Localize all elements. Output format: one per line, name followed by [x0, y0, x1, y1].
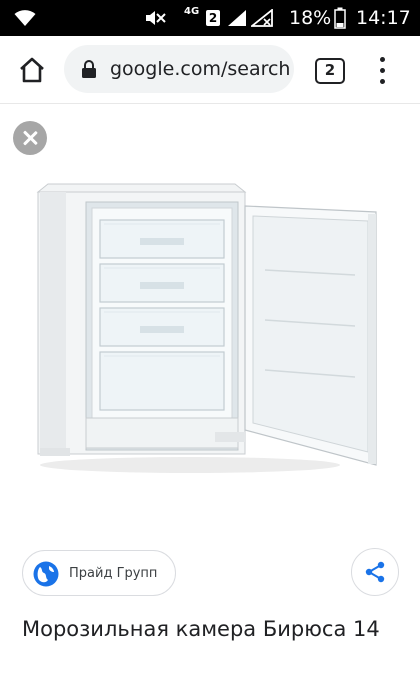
image-preview — [0, 105, 420, 525]
mute-icon — [143, 0, 167, 36]
browser-toolbar: google.com/search 2 — [0, 36, 420, 104]
no-sim-signal-icon — [250, 0, 274, 36]
source-name: Прайд Групп — [69, 566, 158, 581]
signal-icon — [226, 0, 248, 36]
url-text: google.com/search — [110, 58, 291, 80]
tab-switcher-button[interactable]: 2 — [315, 58, 345, 84]
sim-badge: 2 — [205, 0, 221, 36]
menu-icon — [380, 57, 385, 62]
status-bar: 4G 2 18% 14:17 — [0, 0, 420, 36]
result-title[interactable]: Морозильная камера Бирюса 14 — [22, 612, 407, 647]
sim-number: 2 — [206, 10, 220, 26]
battery-percent: 18% — [289, 7, 332, 29]
menu-button[interactable] — [372, 56, 392, 86]
home-icon — [20, 57, 44, 83]
address-bar[interactable]: google.com/search — [64, 45, 294, 93]
wifi-icon — [12, 0, 38, 36]
lock-icon — [82, 60, 96, 78]
battery-icon — [333, 0, 347, 36]
close-button[interactable] — [13, 121, 47, 155]
share-icon — [365, 561, 385, 583]
home-button[interactable] — [14, 52, 50, 88]
share-button[interactable] — [351, 548, 399, 596]
globe-icon — [33, 561, 59, 587]
source-chip[interactable]: Прайд Групп — [22, 550, 176, 596]
freezer-image — [36, 183, 377, 473]
clock: 14:17 — [356, 7, 411, 29]
